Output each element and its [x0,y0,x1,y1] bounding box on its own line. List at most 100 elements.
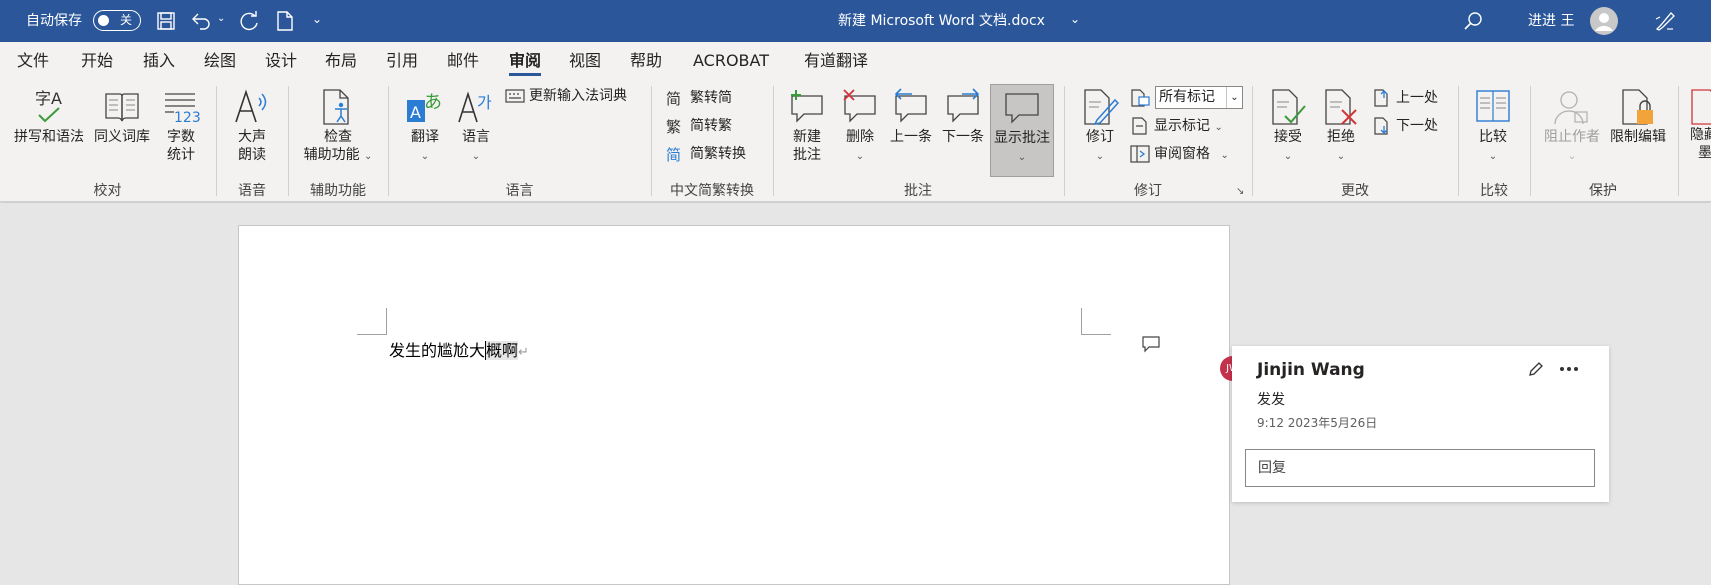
group-changes: 更改 [1341,183,1369,199]
group-accessibility: 辅助功能 [310,183,366,199]
delete-comment-label: 删除 [846,129,874,145]
tab-home[interactable]: 开始 [81,42,113,80]
spelling-label: 拼写和语法 [14,129,84,145]
previous-comment-button[interactable]: 上一条 [886,88,936,146]
hide-ink-label-2: 墨迹 [1698,145,1711,161]
user-name[interactable]: 进进 王 [1528,0,1574,42]
new-comment-button[interactable]: 新建 批注 [782,88,832,164]
group-chinese-conversion: 中文简繁转换 [670,183,754,199]
chevron-down-icon: ⌄ [1567,151,1577,162]
tab-file[interactable]: 文件 [17,42,49,80]
undo-icon[interactable] [190,11,212,31]
title-chevron-icon[interactable]: ⌄ [1070,12,1080,26]
autosave-toggle[interactable]: 关 [93,10,141,31]
block-authors-button[interactable]: 阻止作者 ⌄ [1540,88,1604,166]
word-count-label-2: 统计 [167,147,195,163]
markup-select[interactable]: 所有标记 ⌄ [1155,86,1243,109]
group-tracking: 修订 [1134,183,1162,199]
tab-help[interactable]: 帮助 [630,42,662,80]
show-markup-label: 显示标记 [1154,118,1210,134]
thesaurus-button[interactable]: 同义词库 [90,88,154,146]
new-document-icon[interactable] [276,10,294,32]
chevron-down-icon: ⌄ [364,151,373,162]
track-changes-button[interactable]: 修订 ⌄ [1076,88,1124,166]
next-comment-button[interactable]: 下一条 [938,88,988,146]
tab-layout[interactable]: 布局 [325,42,357,80]
document-title[interactable]: 新建 Microsoft Word 文档.docx [838,0,1045,42]
document-page[interactable]: 发生的尴尬大概啊↵ [238,225,1230,585]
simplified-char-icon: 简 [666,90,681,108]
previous-change-icon [1374,89,1388,107]
update-ime-dictionary-button[interactable]: 更新输入法词典 [505,86,627,106]
commented-text-selection[interactable]: 概啊 [485,341,519,360]
spelling-grammar-button[interactable]: 字A 拼写和语法 [10,88,88,146]
read-aloud-icon [235,89,267,123]
simplified-to-traditional-button[interactable]: 繁简转繁 [666,116,732,136]
word-count-label-1: 字数 [167,129,195,145]
show-markup-button[interactable]: 显示标记 ⌄ [1130,116,1223,138]
undo-dropdown-icon[interactable]: ⌄ [217,13,225,24]
reject-label: 拒绝 [1327,129,1355,145]
save-icon[interactable] [156,11,176,31]
read-aloud-label-2: 朗读 [238,147,266,163]
update-ime-label: 更新输入法词典 [529,88,627,104]
translate-button[interactable]: Aあ 翻译 ⌄ [398,88,452,166]
hide-ink-button[interactable]: 隐藏 墨迹 [1690,88,1711,162]
show-comments-button[interactable]: 显示批注 ⌄ [990,84,1054,177]
next-change-label: 下一处 [1396,118,1438,134]
delete-comment-button[interactable]: 删除 ⌄ [836,88,884,166]
dialog-launcher-icon[interactable]: ↘ [1236,186,1244,197]
comment-card[interactable]: Jinjin Wang 发发 9:12 2023年5月26日 回复 [1232,346,1609,502]
previous-change-button[interactable]: 上一处 [1372,88,1438,108]
comment-indicator-icon[interactable] [1142,336,1160,353]
read-aloud-button[interactable]: 大声 朗读 [226,88,278,164]
check-accessibility-button[interactable]: 检查 辅助功能 ⌄ [296,88,380,166]
tab-youdao[interactable]: 有道翻译 [804,42,868,80]
next-change-icon [1374,117,1388,135]
accept-change-button[interactable]: 接受 ⌄ [1262,88,1314,166]
next-change-button[interactable]: 下一处 [1372,116,1438,136]
word-count-button[interactable]: 123 字数 统计 [158,88,204,164]
show-comments-label: 显示批注 [994,130,1050,146]
autosave-state: 关 [120,13,133,27]
chinese-conversion-button[interactable]: 简简繁转换 [666,144,746,164]
group-proofing: 校对 [93,183,122,199]
previous-comment-label: 上一条 [890,129,932,145]
tab-draw[interactable]: 绘图 [204,42,236,80]
chevron-down-icon: ⌄ [855,151,865,162]
more-options-icon[interactable] [1559,366,1579,372]
review-pane-button[interactable]: 审阅窗格 ⌄ [1130,144,1229,166]
compare-button[interactable]: 比较 ⌄ [1468,88,1518,166]
markup-display-icon [1131,89,1150,107]
tab-insert[interactable]: 插入 [143,42,175,80]
ribbon-divider [1678,86,1679,196]
restrict-editing-button[interactable]: 限制编辑 [1606,88,1670,146]
ribbon: 字A 拼写和语法 同义词库 123 字数 统计 校对 大声 朗读 语音 检查 辅… [0,80,1711,202]
tab-references[interactable]: 引用 [386,42,418,80]
user-avatar-icon[interactable] [1590,7,1618,35]
reject-icon [1325,89,1357,125]
thesaurus-icon [105,93,139,122]
redo-icon[interactable] [238,10,260,32]
tab-acrobat[interactable]: ACROBAT [693,42,769,80]
edit-pencil-icon[interactable] [1528,361,1544,377]
document-text: 发生的尴尬大 [389,341,486,360]
document-paragraph[interactable]: 发生的尴尬大概啊↵ [389,337,529,361]
designer-pen-icon[interactable] [1653,9,1677,33]
compare-label: 比较 [1479,129,1507,145]
autosave-label: 自动保存 [26,13,82,29]
tab-view[interactable]: 视图 [569,42,601,80]
tab-review[interactable]: 审阅 [509,42,542,80]
traditional-to-simplified-button[interactable]: 简繁转简 [666,88,732,108]
reply-input[interactable]: 回复 [1245,449,1595,487]
language-label: 语言 [462,129,490,145]
customize-toolbar-icon[interactable]: ⌄ [312,12,322,26]
tab-mailings[interactable]: 邮件 [447,42,479,80]
language-button[interactable]: 가 语言 ⌄ [452,88,500,166]
chevron-down-icon: ⌄ [1488,151,1498,162]
search-icon[interactable] [1463,11,1483,31]
reject-change-button[interactable]: 拒绝 ⌄ [1316,88,1366,166]
hide-ink-icon [1691,89,1711,125]
group-comments: 批注 [904,183,932,199]
tab-design[interactable]: 设计 [265,42,297,80]
